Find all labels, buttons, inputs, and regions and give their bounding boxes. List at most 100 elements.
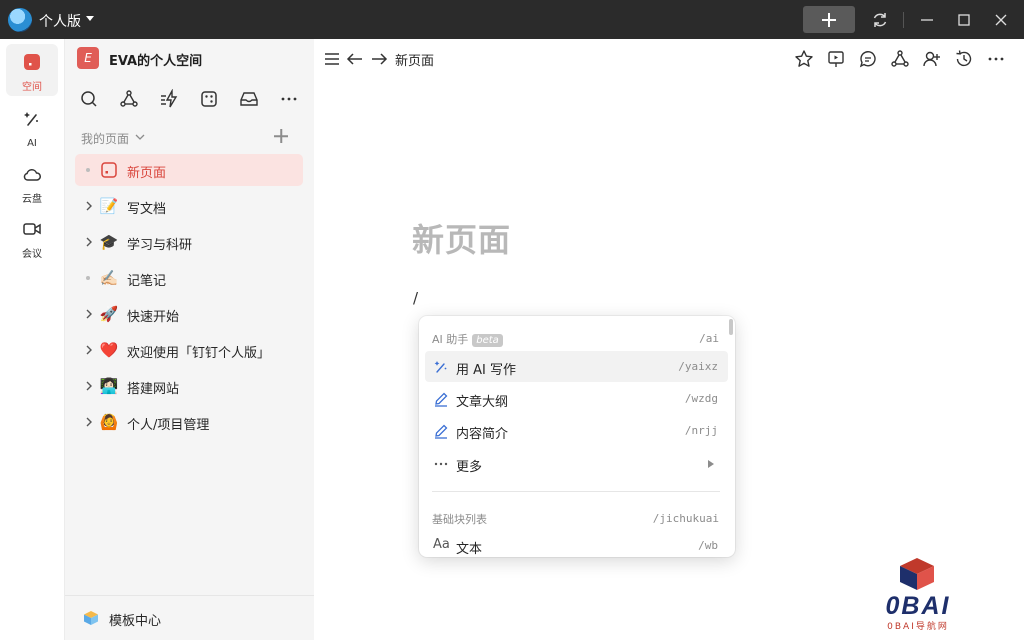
app-name[interactable]: 个人版 bbox=[39, 11, 81, 31]
graph-icon[interactable] bbox=[890, 49, 910, 69]
new-tab-button[interactable] bbox=[803, 6, 855, 33]
menu-item-label: 文本 bbox=[456, 542, 483, 557]
submenu-arrow-icon bbox=[708, 460, 714, 468]
menu-divider bbox=[432, 491, 720, 492]
space-title[interactable]: EVA的个人空间 bbox=[109, 50, 202, 69]
tree-item-label: 欢迎使用「钉钉个人版」 bbox=[127, 346, 271, 361]
scrollbar[interactable] bbox=[729, 319, 733, 335]
back-arrow-icon[interactable] bbox=[345, 49, 365, 69]
rail-item-space[interactable]: 空间 bbox=[6, 44, 58, 96]
rail-item-ai[interactable]: AI bbox=[6, 101, 58, 153]
chevron-right-icon[interactable] bbox=[83, 200, 95, 212]
presentation-icon[interactable] bbox=[826, 49, 846, 69]
pen-icon bbox=[435, 424, 448, 439]
emoji-icon: ✍🏻 bbox=[99, 269, 119, 287]
text-icon: Aa bbox=[433, 537, 450, 552]
dice-icon[interactable] bbox=[199, 89, 219, 109]
star-icon[interactable] bbox=[794, 49, 814, 69]
menu-item-outline[interactable]: 文章大纲 /wzdg bbox=[425, 383, 728, 414]
add-member-icon[interactable] bbox=[922, 49, 942, 69]
menu-item-label: 内容简介 bbox=[456, 427, 509, 442]
cloud-icon bbox=[23, 169, 41, 181]
menu-item-label: 用 AI 写作 bbox=[456, 363, 516, 378]
tree-item-label: 搭建网站 bbox=[127, 382, 180, 397]
tree-item[interactable]: 🙆 个人/项目管理 bbox=[75, 406, 303, 438]
chevron-right-icon[interactable] bbox=[83, 308, 95, 320]
menu-item-text[interactable]: Aa 文本 /wb bbox=[425, 530, 728, 557]
rail-item-meeting[interactable]: 会议 bbox=[6, 211, 58, 263]
graph-icon[interactable] bbox=[119, 89, 139, 109]
emoji-icon: ❤️ bbox=[99, 341, 119, 359]
chevron-right-icon[interactable] bbox=[83, 416, 95, 428]
quick-actions-icon[interactable] bbox=[159, 89, 179, 109]
menu-item-more[interactable]: 更多 bbox=[425, 448, 728, 479]
bullet-icon bbox=[86, 276, 90, 280]
menu-item-summary[interactable]: 内容简介 /nrjj bbox=[425, 415, 728, 446]
rail-label: 云盘 bbox=[22, 194, 42, 205]
menu-shortcut: /nrjj bbox=[684, 424, 718, 437]
emoji-icon: 📝 bbox=[99, 197, 119, 215]
user-avatar[interactable] bbox=[8, 8, 32, 32]
menu-shortcut: /wzdg bbox=[684, 392, 718, 405]
chevron-down-icon[interactable] bbox=[86, 16, 94, 21]
slash-command-menu: AI 助手 beta /ai 用 AI 写作 /yaixz 文章大纲 /wzdg … bbox=[419, 316, 735, 557]
more-icon[interactable] bbox=[986, 49, 1006, 69]
menu-item-label: 文章大纲 bbox=[456, 395, 509, 410]
forward-arrow-icon[interactable] bbox=[369, 49, 389, 69]
tree-item-label: 快速开始 bbox=[127, 310, 180, 325]
cube-logo-icon bbox=[900, 558, 934, 590]
menu-item-ai-write[interactable]: 用 AI 写作 /yaixz bbox=[425, 351, 728, 382]
tree-item-label: 学习与科研 bbox=[127, 238, 193, 253]
inbox-icon[interactable] bbox=[239, 89, 259, 109]
breadcrumb[interactable]: 新页面 bbox=[395, 50, 434, 69]
tree-item[interactable]: 新页面 bbox=[75, 154, 303, 186]
more-icon[interactable] bbox=[279, 89, 299, 109]
rail-item-cloud[interactable]: 云盘 bbox=[6, 156, 58, 208]
minimize-icon[interactable] bbox=[917, 10, 937, 30]
chevron-down-icon[interactable] bbox=[135, 133, 145, 141]
rail-label: AI bbox=[27, 138, 37, 149]
left-rail: 空间 AI 云盘 会议 bbox=[0, 39, 65, 640]
logo-text: 0BAI bbox=[885, 592, 951, 620]
ai-wand-icon bbox=[434, 361, 447, 373]
emoji-icon: 🚀 bbox=[99, 305, 119, 323]
maximize-icon[interactable] bbox=[954, 10, 974, 30]
template-center-button[interactable]: 模板中心 bbox=[65, 595, 314, 640]
chevron-right-icon[interactable] bbox=[83, 344, 95, 356]
emoji-icon: 👩🏻‍💻 bbox=[99, 377, 119, 395]
menu-section-ai: AI 助手 beta bbox=[432, 331, 503, 347]
menu-icon[interactable] bbox=[322, 49, 342, 69]
close-icon[interactable] bbox=[991, 10, 1011, 30]
comment-icon[interactable] bbox=[858, 49, 878, 69]
search-icon[interactable] bbox=[79, 89, 99, 109]
emoji-icon: 🙆 bbox=[99, 413, 119, 431]
space-icon bbox=[24, 54, 40, 70]
tree-item[interactable]: ❤️ 欢迎使用「钉钉个人版」 bbox=[75, 334, 303, 366]
page-title[interactable]: 新页面 bbox=[412, 215, 511, 261]
tree-item[interactable]: ✍🏻 记笔记 bbox=[75, 262, 303, 294]
tree-item[interactable]: 🚀 快速开始 bbox=[75, 298, 303, 330]
title-bar: 个人版 bbox=[0, 0, 1024, 39]
editor-text[interactable]: / bbox=[413, 289, 418, 307]
sync-icon[interactable] bbox=[870, 10, 890, 30]
chevron-right-icon[interactable] bbox=[83, 236, 95, 248]
space-badge[interactable]: E bbox=[77, 47, 99, 69]
sidebar-toolbar bbox=[79, 89, 309, 109]
tree-item[interactable]: 📝 写文档 bbox=[75, 190, 303, 222]
sidebar: E EVA的个人空间 我的页面 新页面 📝 写文档 🎓 学习与科研 ✍🏻 记笔记… bbox=[65, 39, 314, 640]
menu-section-label: 基础块列表 bbox=[432, 513, 487, 526]
tree-item-label: 写文档 bbox=[127, 202, 167, 217]
tree-item-label: 记笔记 bbox=[127, 274, 167, 289]
history-icon[interactable] bbox=[954, 49, 974, 69]
menu-shortcut: /jichukuai bbox=[652, 512, 719, 525]
page-icon bbox=[101, 162, 117, 178]
more-icon bbox=[434, 462, 448, 466]
tree-item[interactable]: 👩🏻‍💻 搭建网站 bbox=[75, 370, 303, 402]
section-label[interactable]: 我的页面 bbox=[81, 130, 129, 147]
menu-shortcut: /wb bbox=[698, 539, 718, 552]
pen-icon bbox=[435, 392, 448, 407]
chevron-right-icon[interactable] bbox=[83, 380, 95, 392]
emoji-icon: 🎓 bbox=[99, 233, 119, 251]
tree-item[interactable]: 🎓 学习与科研 bbox=[75, 226, 303, 258]
add-page-button[interactable] bbox=[273, 128, 289, 144]
